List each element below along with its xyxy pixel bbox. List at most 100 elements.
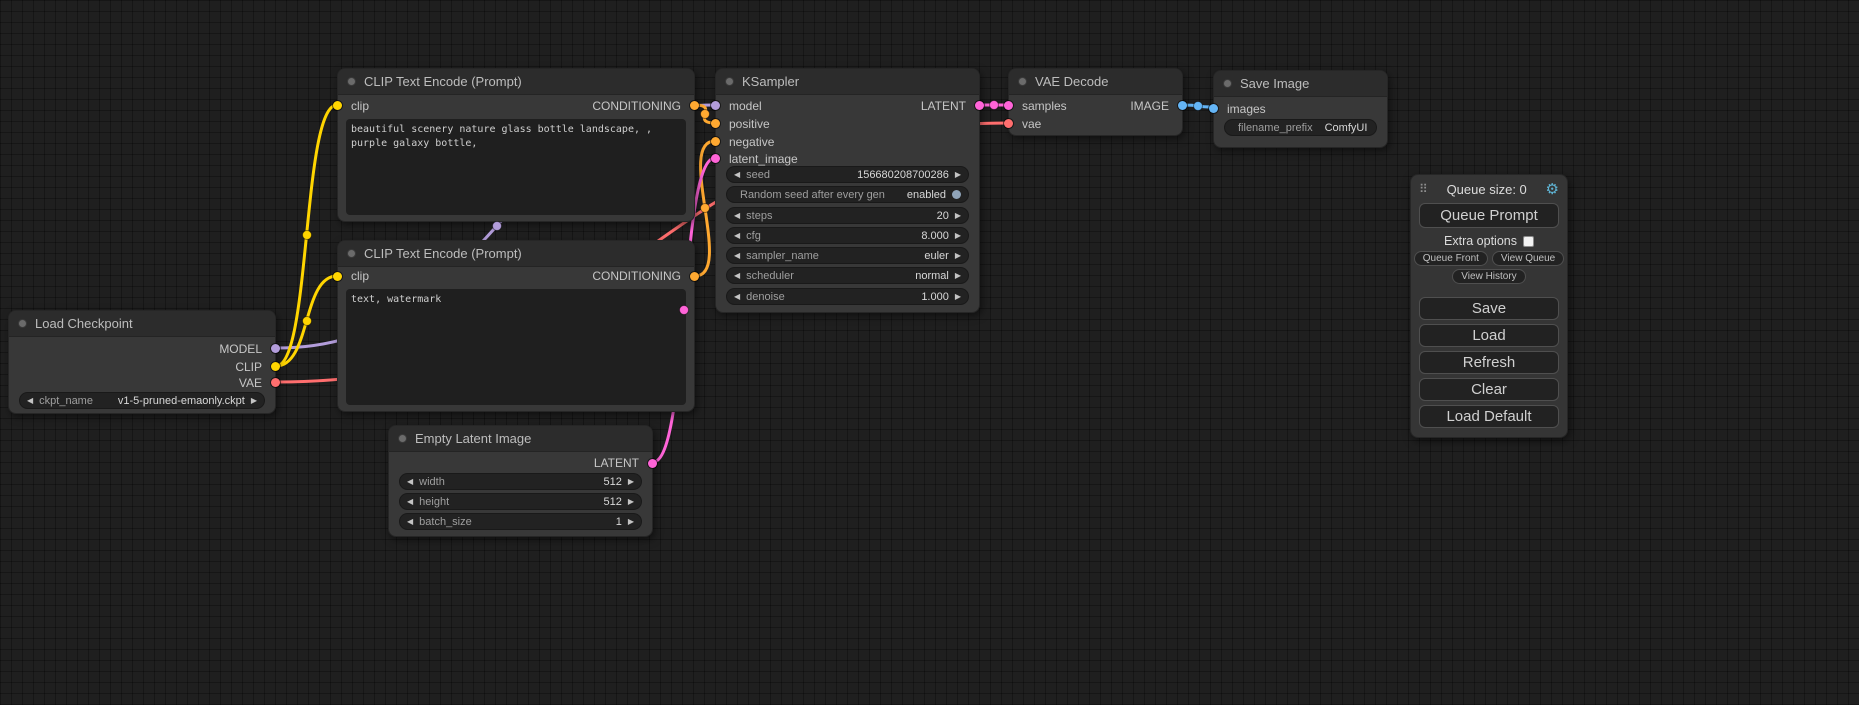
widget-batch-size[interactable]: ◀ batch_size 1 ▶ <box>399 513 642 530</box>
widget-value: normal <box>915 270 949 282</box>
widget-height[interactable]: ◀ height 512 ▶ <box>399 493 642 510</box>
node-load-checkpoint[interactable]: Load Checkpoint MODEL CLIP VAE ◀ ckpt_na… <box>8 310 276 414</box>
widget-value: v1-5-pruned-emaonly.ckpt <box>118 395 245 407</box>
input-dot-images[interactable] <box>1209 104 1218 113</box>
decrement-arrow-icon[interactable]: ◀ <box>407 518 413 526</box>
widget-label: denoise <box>746 291 785 303</box>
collapse-dot[interactable] <box>347 77 356 86</box>
increment-arrow-icon[interactable]: ▶ <box>955 272 961 280</box>
widget-label: Random seed after every gen <box>740 189 885 201</box>
input-dot-vae[interactable] <box>1004 119 1013 128</box>
collapse-dot[interactable] <box>347 249 356 258</box>
input-dot-clip[interactable] <box>333 272 342 281</box>
increment-arrow-icon[interactable]: ▶ <box>628 518 634 526</box>
decrement-arrow-icon[interactable]: ◀ <box>734 212 740 220</box>
node-title-bar[interactable]: Load Checkpoint <box>9 311 275 337</box>
widget-denoise[interactable]: ◀ denoise 1.000 ▶ <box>726 288 969 305</box>
output-dot-clip[interactable] <box>271 362 280 371</box>
refresh-button[interactable]: Refresh <box>1419 351 1559 374</box>
node-title-bar[interactable]: CLIP Text Encode (Prompt) <box>338 241 694 267</box>
output-slot-conditioning: CONDITIONING <box>592 269 681 283</box>
node-clip-text-encode-negative[interactable]: CLIP Text Encode (Prompt) clip CONDITION… <box>337 240 695 412</box>
input-dot-model[interactable] <box>711 101 720 110</box>
increment-arrow-icon[interactable]: ▶ <box>955 232 961 240</box>
input-dot-samples[interactable] <box>1004 101 1013 110</box>
collapse-dot[interactable] <box>1018 77 1027 86</box>
wire-clip-positive <box>276 105 337 366</box>
comfy-menu-panel: ⠿ Queue size: 0 ⚙ Queue Prompt Extra opt… <box>1410 174 1568 438</box>
output-dot-latent[interactable] <box>648 459 657 468</box>
node-title-bar[interactable]: CLIP Text Encode (Prompt) <box>338 69 694 95</box>
widget-value: euler <box>924 250 948 262</box>
input-dot-positive[interactable] <box>711 119 720 128</box>
widget-random-seed-toggle[interactable]: Random seed after every gen enabled <box>726 186 969 203</box>
input-slot-model: model <box>729 99 762 113</box>
node-vae-decode[interactable]: VAE Decode samples vae IMAGE <box>1008 68 1183 136</box>
widget-seed[interactable]: ◀ seed 156680208700286 ▶ <box>726 166 969 183</box>
link-dot-conditioning-positive <box>701 110 710 119</box>
output-dot-image[interactable] <box>1178 101 1187 110</box>
toggle-dot[interactable] <box>952 190 961 199</box>
queue-front-button[interactable]: Queue Front <box>1414 251 1488 266</box>
decrement-arrow-icon[interactable]: ◀ <box>734 232 740 240</box>
collapse-dot[interactable] <box>1223 79 1232 88</box>
widget-filename-prefix[interactable]: filename_prefix ComfyUI <box>1224 119 1377 136</box>
settings-gear-icon[interactable]: ⚙ <box>1546 180 1559 198</box>
output-slot-image: IMAGE <box>1130 99 1169 113</box>
decrement-arrow-icon[interactable]: ◀ <box>27 397 33 405</box>
node-ksampler[interactable]: KSampler model positive negative latent_… <box>715 68 980 313</box>
output-dot-vae[interactable] <box>271 378 280 387</box>
node-save-image[interactable]: Save Image images filename_prefix ComfyU… <box>1213 70 1388 148</box>
extra-options-checkbox[interactable] <box>1523 236 1534 247</box>
increment-arrow-icon[interactable]: ▶ <box>251 397 257 405</box>
decrement-arrow-icon[interactable]: ◀ <box>734 272 740 280</box>
menu-drag-handle-icon[interactable]: ⠿ <box>1419 182 1428 196</box>
increment-arrow-icon[interactable]: ▶ <box>628 478 634 486</box>
prompt-textarea[interactable]: beautiful scenery nature glass bottle la… <box>346 119 686 215</box>
clear-button[interactable]: Clear <box>1419 378 1559 401</box>
decrement-arrow-icon[interactable]: ◀ <box>734 171 740 179</box>
widget-sampler-name[interactable]: ◀ sampler_name euler ▶ <box>726 247 969 264</box>
node-title-bar[interactable]: KSampler <box>716 69 979 95</box>
decrement-arrow-icon[interactable]: ◀ <box>734 252 740 260</box>
view-queue-button[interactable]: View Queue <box>1492 251 1564 266</box>
node-title-bar[interactable]: Save Image <box>1214 71 1387 97</box>
decrement-arrow-icon[interactable]: ◀ <box>407 478 413 486</box>
node-title-bar[interactable]: Empty Latent Image <box>389 426 652 452</box>
node-clip-text-encode-positive[interactable]: CLIP Text Encode (Prompt) clip CONDITION… <box>337 68 695 222</box>
increment-arrow-icon[interactable]: ▶ <box>955 212 961 220</box>
queue-actions-row: Queue Front View Queue <box>1411 251 1567 266</box>
decrement-arrow-icon[interactable]: ◀ <box>407 498 413 506</box>
node-empty-latent-image[interactable]: Empty Latent Image LATENT ◀ width 512 ▶ … <box>388 425 653 537</box>
output-dot-conditioning[interactable] <box>690 101 699 110</box>
view-history-button[interactable]: View History <box>1452 269 1525 284</box>
increment-arrow-icon[interactable]: ▶ <box>955 252 961 260</box>
widget-steps[interactable]: ◀ steps 20 ▶ <box>726 207 969 224</box>
input-dot-negative[interactable] <box>711 137 720 146</box>
increment-arrow-icon[interactable]: ▶ <box>955 171 961 179</box>
widget-label: height <box>419 496 449 508</box>
input-dot-latent-image[interactable] <box>711 154 720 163</box>
collapse-dot[interactable] <box>18 319 27 328</box>
input-dot-clip[interactable] <box>333 101 342 110</box>
load-default-button[interactable]: Load Default <box>1419 405 1559 428</box>
node-title-bar[interactable]: VAE Decode <box>1009 69 1182 95</box>
widget-cfg[interactable]: ◀ cfg 8.000 ▶ <box>726 227 969 244</box>
decrement-arrow-icon[interactable]: ◀ <box>734 293 740 301</box>
save-button[interactable]: Save <box>1419 297 1559 320</box>
output-dot-latent[interactable] <box>975 101 984 110</box>
prompt-textarea[interactable]: text, watermark <box>346 289 686 405</box>
collapse-dot[interactable] <box>398 434 407 443</box>
widget-value: ComfyUI <box>1325 122 1368 134</box>
increment-arrow-icon[interactable]: ▶ <box>955 293 961 301</box>
queue-prompt-button[interactable]: Queue Prompt <box>1419 203 1559 228</box>
output-dot-model[interactable] <box>271 344 280 353</box>
collapse-dot[interactable] <box>725 77 734 86</box>
widget-ckpt-name[interactable]: ◀ ckpt_name v1-5-pruned-emaonly.ckpt ▶ <box>19 392 265 409</box>
load-button[interactable]: Load <box>1419 324 1559 347</box>
widget-scheduler[interactable]: ◀ scheduler normal ▶ <box>726 267 969 284</box>
widget-width[interactable]: ◀ width 512 ▶ <box>399 473 642 490</box>
output-dot-conditioning[interactable] <box>690 272 699 281</box>
graph-canvas[interactable]: Load Checkpoint MODEL CLIP VAE ◀ ckpt_na… <box>0 0 1859 705</box>
increment-arrow-icon[interactable]: ▶ <box>628 498 634 506</box>
